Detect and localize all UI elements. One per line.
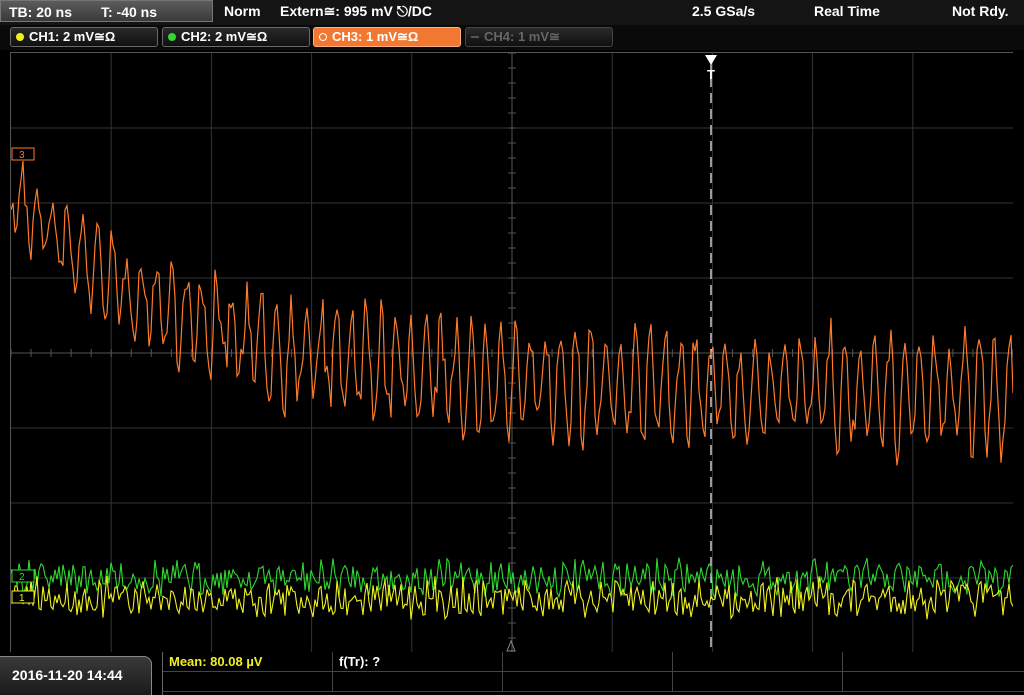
waveform-svg: T 3 2 1 <box>11 53 1013 653</box>
sample-rate: 2.5 GSa/s <box>692 3 756 19</box>
measurement-mean[interactable]: Mean: 80.08 µV <box>163 652 333 672</box>
bottom-bar: 2016-11-20 14:44 Mean: 80.08 µV f(Tr): ? <box>0 652 1024 695</box>
measurement-slot-9[interactable] <box>673 672 843 692</box>
trigger-source[interactable]: Extern≅: 995 mV ⎋/DC <box>280 0 432 22</box>
ch1-marker-text: 1 <box>19 593 25 604</box>
measurement-slot-7[interactable] <box>333 672 503 692</box>
trigger-mode[interactable]: Norm <box>224 0 261 22</box>
ch2-label: CH2: 2 mV≅Ω <box>181 29 268 44</box>
ch3-tab[interactable]: CH3: 1 mV≅Ω <box>313 27 461 47</box>
ch3-indicator-icon <box>319 32 327 41</box>
acquisition-mode: Real Time <box>814 3 880 19</box>
ch2-marker-text: 2 <box>19 572 25 583</box>
ch1-label: CH1: 2 mV≅Ω <box>29 29 116 44</box>
ch2-offset-marker[interactable]: 2 <box>11 569 35 583</box>
date-time: 2016-11-20 14:44 <box>0 656 152 695</box>
ch4-label: CH4: 1 mV≅ <box>484 29 560 44</box>
measurement-slot-8[interactable] <box>503 672 673 692</box>
measurement-panel[interactable]: Mean: 80.08 µV f(Tr): ? <box>162 652 1024 695</box>
measurement-slot-6[interactable] <box>163 672 333 692</box>
measurement-slot-5[interactable] <box>843 652 1024 672</box>
timebase-label: TB: 20 ns <box>9 4 73 20</box>
measurement-rise-time[interactable]: f(Tr): ? <box>333 652 503 672</box>
waveform-display[interactable]: T 3 2 1 <box>10 52 1013 653</box>
trigger-pointer-icon[interactable] <box>705 55 717 65</box>
trigger-marker-label: T <box>707 67 715 82</box>
ch1-offset-marker[interactable]: 1 <box>11 590 35 604</box>
ch4-tab[interactable]: CH4: 1 mV≅ <box>465 27 613 47</box>
measurement-slot-10[interactable] <box>843 672 1024 692</box>
measurement-slot-3[interactable] <box>503 652 673 672</box>
top-status-bar: TB: 20 ns T: -40 ns Norm Extern≅: 995 mV… <box>0 0 1024 25</box>
ch2-tab[interactable]: CH2: 2 mV≅Ω <box>162 27 310 47</box>
ch3-label: CH3: 1 mV≅Ω <box>332 29 419 44</box>
ch3-offset-marker[interactable]: 3 <box>11 147 35 161</box>
measurement-slot-4[interactable] <box>673 652 843 672</box>
trigger-time-label: T: -40 ns <box>101 4 158 20</box>
acquisition-status: Not Rdy. <box>952 3 1009 19</box>
timebase-box[interactable]: TB: 20 ns T: -40 ns <box>0 0 213 22</box>
center-pointer-icon <box>506 639 516 652</box>
ch1-indicator-icon <box>16 32 24 41</box>
ch1-tab[interactable]: CH1: 2 mV≅Ω <box>10 27 158 47</box>
ch4-off-icon <box>471 35 479 38</box>
ch2-indicator-icon <box>168 32 176 41</box>
ch3-marker-text: 3 <box>19 150 25 161</box>
graticule <box>11 53 1013 653</box>
channel-tabs: CH1: 2 mV≅Ω CH2: 2 mV≅Ω CH3: 1 mV≅Ω CH4:… <box>0 25 1024 50</box>
